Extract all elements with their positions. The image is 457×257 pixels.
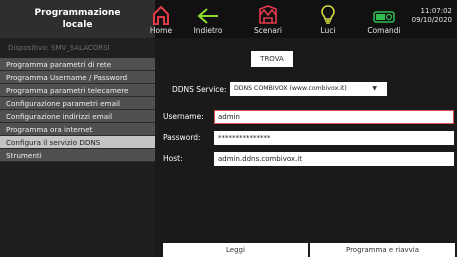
nav-scenes-button[interactable]: Scenari (246, 0, 290, 38)
clock-time: 11:07:02 (420, 7, 452, 15)
scenes-icon (259, 5, 277, 24)
page-title-line2: locale (62, 20, 93, 30)
top-bar: Programmazione locale Home Indietro Scen… (0, 0, 457, 38)
toggle-icon (373, 11, 395, 23)
nav-scenes-label: Scenari (253, 26, 282, 35)
nav-back-button[interactable]: Indietro (186, 0, 230, 38)
sidebar-item-credentials[interactable]: Programma Username / Password (0, 71, 155, 84)
password-field[interactable]: *************** (214, 131, 454, 145)
nav-home-label: Home (149, 26, 173, 35)
nav-lights-label: Luci (320, 26, 336, 35)
nav-back-label: Indietro (193, 26, 223, 35)
host-field[interactable]: admin.ddns.combivox.it (214, 152, 454, 166)
sidebar: Dispositivo: SMV_SALACORSI Programma par… (0, 38, 155, 257)
nav-home-button[interactable]: Home (139, 0, 183, 38)
program-restart-button[interactable]: Programma e riavvia (310, 243, 455, 257)
sidebar-item-cameras[interactable]: Programma parametri telecamere (0, 84, 155, 97)
page-title-line1: Programmazione (34, 8, 121, 18)
home-icon (153, 5, 169, 25)
ddns-service-select[interactable]: DDNS COMBIVOX (www.combivox.it) ▼ (230, 82, 387, 96)
sidebar-item-internet-time[interactable]: Programma ora internet (0, 123, 155, 136)
bulb-icon (321, 5, 335, 24)
ddns-form: TROVA DDNS Service: DDNS COMBIVOX (www.c… (159, 38, 457, 257)
password-label: Password: (163, 133, 201, 142)
page-title: Programmazione locale (0, 0, 155, 38)
host-label: Host: (163, 154, 183, 163)
back-arrow-icon (197, 8, 218, 24)
device-label: Dispositivo: SMV_SALACORSI (0, 38, 155, 58)
clock: 11:07:02 09/10/2020 (412, 7, 452, 25)
username-label: Username: (163, 112, 204, 121)
nav-commands-button[interactable]: Comandi (362, 0, 406, 38)
sidebar-item-email-addresses[interactable]: Configurazione indirizzi email (0, 110, 155, 123)
read-button[interactable]: Leggi (163, 243, 308, 257)
clock-date: 09/10/2020 (411, 16, 452, 24)
nav-lights-button[interactable]: Luci (306, 0, 350, 38)
sidebar-item-ddns[interactable]: Configura il servizio DDNS (0, 136, 155, 149)
nav-commands-label: Comandi (367, 26, 401, 35)
chevron-down-icon: ▼ (372, 85, 377, 92)
username-field[interactable]: admin (214, 110, 454, 124)
sidebar-item-tools[interactable]: Strumenti (0, 149, 155, 162)
ddns-service-label: DDNS Service: (172, 85, 227, 94)
sidebar-item-email-params[interactable]: Configurazione parametri email (0, 97, 155, 110)
ddns-service-value: DDNS COMBIVOX (www.combivox.it) (234, 85, 347, 92)
trova-button[interactable]: TROVA (251, 51, 293, 67)
sidebar-item-network[interactable]: Programma parametri di rete (0, 58, 155, 71)
